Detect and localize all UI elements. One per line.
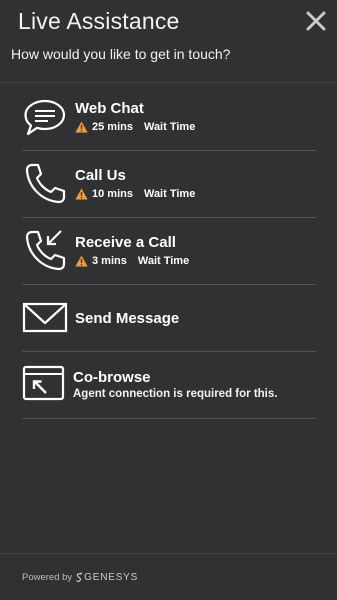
wait-time-value: 10 mins bbox=[92, 188, 133, 200]
chat-bubble-icon bbox=[24, 99, 66, 136]
option-description: Agent connection is required for this. bbox=[73, 388, 278, 400]
warning-icon bbox=[75, 121, 88, 133]
powered-by: Powered by GENESYS bbox=[22, 572, 138, 583]
wait-time-value: 25 mins bbox=[92, 121, 133, 133]
wait-time-info: 10 mins Wait Time bbox=[75, 188, 195, 200]
brand-name: GENESYS bbox=[84, 572, 139, 583]
option-receive-call[interactable]: Receive a Call 3 mins Wait Time bbox=[22, 218, 316, 285]
page-title: Live Assistance bbox=[18, 8, 180, 34]
option-title: Co-browse bbox=[73, 369, 151, 386]
wait-time-label: Wait Time bbox=[143, 121, 196, 133]
genesys-logo: GENESYS bbox=[75, 572, 138, 583]
contact-options-list: Web Chat 25 mins Wait Time Call Us 10 mi… bbox=[22, 84, 316, 419]
footer: Powered by GENESYS bbox=[0, 553, 337, 600]
warning-icon bbox=[75, 255, 88, 267]
wait-time-info: 25 mins Wait Time bbox=[75, 121, 195, 133]
close-button[interactable] bbox=[305, 10, 327, 32]
genesys-mark-icon bbox=[76, 572, 83, 582]
subtitle: How would you like to get in touch? bbox=[11, 46, 231, 62]
option-call-us[interactable]: Call Us 10 mins Wait Time bbox=[22, 151, 316, 218]
incoming-call-icon bbox=[25, 230, 66, 271]
envelope-icon bbox=[22, 302, 68, 333]
option-title: Call Us bbox=[75, 167, 126, 184]
close-icon bbox=[306, 11, 326, 31]
cobrowse-icon bbox=[22, 365, 65, 401]
option-title: Send Message bbox=[75, 310, 180, 327]
wait-time-value: 3 mins bbox=[92, 255, 127, 267]
option-web-chat[interactable]: Web Chat 25 mins Wait Time bbox=[22, 84, 316, 151]
header: Live Assistance How would you like to ge… bbox=[0, 0, 337, 83]
wait-time-label: Wait Time bbox=[143, 188, 196, 200]
option-co-browse[interactable]: Co-browse Agent connection is required f… bbox=[22, 352, 316, 419]
option-send-message[interactable]: Send Message bbox=[22, 285, 316, 352]
wait-time-label: Wait Time bbox=[137, 255, 190, 267]
option-title: Receive a Call bbox=[75, 234, 176, 251]
option-title: Web Chat bbox=[75, 100, 144, 117]
powered-by-label: Powered by bbox=[22, 572, 73, 583]
wait-time-info: 3 mins Wait Time bbox=[75, 255, 189, 267]
warning-icon bbox=[75, 188, 88, 200]
phone-icon bbox=[25, 163, 66, 204]
